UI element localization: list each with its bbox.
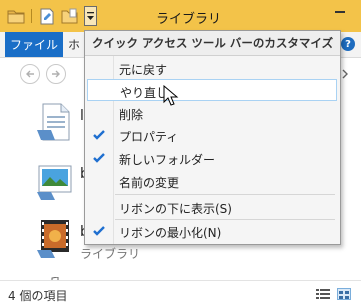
menu-item-label: プロパティ: [119, 130, 179, 144]
tab-home[interactable]: ホ: [68, 36, 80, 53]
menu-header-label: クイック アクセス ツール バーのカスタマイズ: [92, 36, 334, 50]
properties-icon[interactable]: [39, 7, 55, 25]
menu-item-minimize-ribbon[interactable]: リボンの最小化(N): [87, 220, 337, 242]
window-title: ライブラリ: [156, 12, 222, 27]
menu-item-label: 削除: [119, 108, 144, 122]
forward-button[interactable]: [46, 64, 66, 84]
menu-separator: [115, 194, 335, 195]
new-folder-icon[interactable]: [60, 7, 78, 25]
menu-item-label: 新しいフォルダー: [119, 153, 216, 167]
checkmark-icon: [91, 223, 107, 239]
item-type: ライブラリ: [80, 247, 141, 261]
status-bar: 4 個の項目: [0, 280, 361, 308]
title-bar: ライブラリ: [0, 0, 361, 32]
menu-item-label: やり直し: [120, 86, 169, 100]
menu-item-redo[interactable]: やり直し: [87, 79, 337, 101]
folder-icon[interactable]: [7, 7, 25, 25]
mouse-cursor-icon: [163, 84, 179, 107]
tab-file-label: ファイル: [9, 38, 58, 52]
quick-access-dropdown-button[interactable]: [84, 6, 97, 26]
quick-access-separator: [31, 9, 32, 23]
pictures-library-icon: [35, 158, 75, 202]
videos-library-icon: [35, 216, 75, 260]
checkmark-icon: [91, 150, 107, 166]
menu-item-show-below-ribbon[interactable]: リボンの下に表示(S): [87, 196, 337, 218]
documents-library-icon: [35, 100, 75, 144]
menu-item-properties[interactable]: プロパティ: [87, 124, 337, 146]
help-button[interactable]: ?: [341, 37, 355, 51]
menu-item-label: 名前の変更: [119, 176, 180, 190]
menu-item-label: リボンの最小化(N): [119, 226, 222, 240]
menu-item-delete[interactable]: 削除: [87, 102, 337, 124]
item-count: 4 個の項目: [8, 289, 68, 303]
menu-item-undo[interactable]: 元に戻す: [87, 57, 337, 79]
checkmark-icon: [91, 127, 107, 143]
menu-item-new-folder[interactable]: 新しいフォルダー: [87, 147, 337, 169]
tab-file[interactable]: ファイル: [5, 32, 63, 57]
menu-header: クイック アクセス ツール バーのカスタマイズ: [85, 31, 340, 56]
customize-quick-access-menu: クイック アクセス ツール バーのカスタマイズ 元に戻す やり直し 削除 プロパ…: [84, 30, 341, 245]
menu-item-label: リボンの下に表示(S): [119, 202, 232, 216]
chevron-right-icon[interactable]: [341, 68, 349, 82]
help-icon: ?: [345, 38, 351, 50]
details-view-icon[interactable]: [316, 288, 330, 300]
menu-item-label: 元に戻す: [119, 63, 168, 77]
menu-item-rename[interactable]: 名前の変更: [87, 170, 337, 192]
back-button[interactable]: [20, 64, 40, 84]
large-icons-view-icon[interactable]: [337, 288, 351, 300]
minimize-button[interactable]: [318, 0, 361, 24]
